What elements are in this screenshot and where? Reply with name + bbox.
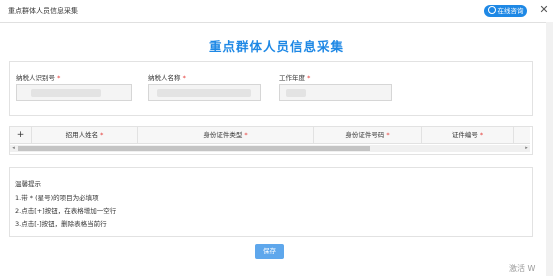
window-scrollbar[interactable] [546, 22, 553, 276]
save-button[interactable]: 保存 [255, 244, 284, 259]
work-year-input[interactable] [279, 84, 392, 101]
col-id-number: 身份证件号码 * [314, 127, 422, 143]
chat-icon [487, 6, 496, 14]
grid-header: + 招用人姓名 * 身份证件类型 * 身份证件号码 * 证件编号 * [10, 127, 530, 144]
close-icon[interactable]: ✕ [537, 3, 551, 17]
add-row-button[interactable]: + [10, 127, 32, 143]
tips-title: 温馨提示 [15, 180, 41, 188]
page-title: 重点群体人员信息采集 [208, 39, 344, 54]
col-employee-name: 招用人姓名 * [32, 127, 138, 143]
online-consult-button[interactable]: 在线咨询 [484, 5, 527, 17]
tip-line-2: 2.点击[+]按钮，在表格增加一空行 [15, 207, 117, 215]
scroll-left-icon[interactable]: ◂ [10, 145, 17, 152]
taxpayer-name-label: 纳税人名称 * [148, 74, 186, 82]
taxpayer-name-input[interactable] [148, 84, 261, 101]
work-year-label: 工作年度 * [279, 74, 311, 82]
grid-horizontal-scrollbar[interactable]: ◂ ▸ [10, 145, 530, 152]
activation-watermark: 激活 W [509, 264, 536, 273]
window-titlebar: 重点群体人员信息采集 在线咨询 ✕ [0, 0, 553, 23]
tip-line-3: 3.点击[-]按钮，删除表格当前行 [15, 220, 107, 228]
scroll-right-icon[interactable]: ▸ [523, 145, 530, 152]
online-consult-label: 在线咨询 [497, 7, 524, 15]
taxpayer-id-label: 纳税人识别号 * [16, 74, 61, 82]
taxpayer-id-input[interactable] [16, 84, 132, 101]
tip-line-1: 1.带 * (星号)的项目为必填项 [15, 194, 99, 202]
scrollbar-thumb[interactable] [18, 146, 370, 151]
window-title: 重点群体人员信息采集 [8, 7, 78, 15]
col-cert-number: 证件编号 * [422, 127, 514, 143]
col-id-type: 身份证件类型 * [138, 127, 314, 143]
